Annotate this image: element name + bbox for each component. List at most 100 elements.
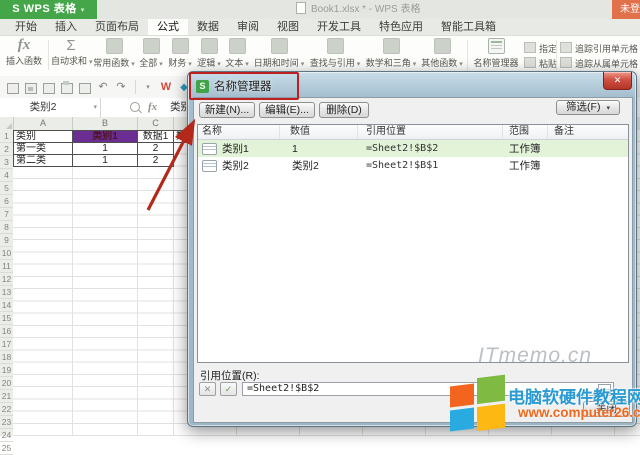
watermark-site-url: www.computer26.com	[518, 405, 640, 420]
paste-names-button[interactable]: 粘贴	[524, 57, 557, 70]
ribbon-tab[interactable]: 特色应用	[370, 19, 432, 35]
ribbon-separator	[556, 40, 557, 70]
row-header[interactable]: 14	[0, 299, 13, 312]
list-column-header[interactable]: 范围	[503, 125, 548, 139]
ribbon-tab[interactable]: 智能工具箱	[432, 19, 505, 35]
ribbon-tab[interactable]: 开发工具	[308, 19, 370, 35]
row-header[interactable]: 1	[0, 130, 13, 143]
export-icon[interactable]	[41, 80, 57, 95]
customize-toolbar-icon[interactable]: ▾	[140, 80, 156, 95]
row-header[interactable]: 23	[0, 416, 13, 429]
name-box[interactable]: 类别2 ▾	[0, 98, 101, 117]
row-header[interactable]: 10	[0, 247, 13, 260]
row-header[interactable]: 20	[0, 377, 13, 390]
autosum-button[interactable]: Σ 自动求和	[51, 38, 91, 67]
more-functions-button[interactable]: 其他函数	[419, 38, 465, 69]
name-list-row[interactable]: 类别2 类别2 =Sheet2!$B$1 工作簿	[198, 157, 628, 174]
scope-cell: 工作簿	[503, 158, 548, 173]
delete-name-button[interactable]: 删除(D)	[319, 102, 369, 118]
trace-dependents-icon	[560, 57, 572, 68]
lookup-reference-button[interactable]: 查找与引用	[307, 38, 363, 69]
logical-button[interactable]: 逻辑	[195, 38, 223, 69]
watermark-itmemo: ITmemo.cn	[478, 344, 592, 368]
ribbon-tab[interactable]: 开始	[6, 19, 46, 35]
row-header[interactable]: 18	[0, 351, 13, 364]
text-button[interactable]: 文本	[223, 38, 251, 69]
save-icon[interactable]	[23, 80, 39, 95]
row-header[interactable]: 2	[0, 143, 13, 156]
row-header[interactable]: 11	[0, 260, 13, 273]
toolbar-separator	[135, 80, 136, 94]
list-column-header[interactable]: 名称	[198, 125, 280, 139]
paste-names-icon	[524, 57, 536, 68]
undo-icon[interactable]: ↶	[95, 80, 111, 95]
ribbon-tab[interactable]: 页面布局	[86, 19, 148, 35]
row-header[interactable]: 22	[0, 403, 13, 416]
select-all-corner[interactable]	[0, 117, 14, 130]
row-header[interactable]: 8	[0, 221, 13, 234]
row-header[interactable]: 25	[0, 442, 13, 455]
trace-dependents-button[interactable]: 追踪从属单元格	[560, 57, 638, 70]
ribbon-tab[interactable]: 插入	[46, 19, 86, 35]
cell-b3[interactable]: 1	[72, 154, 138, 167]
wps-s-glyph: S	[12, 3, 20, 15]
cancel-refers-icon[interactable]: ✕	[199, 382, 216, 396]
ribbon-tab[interactable]: 视图	[268, 19, 308, 35]
common-functions-button[interactable]: 常用函数	[93, 38, 135, 69]
ribbon-tab[interactable]: 数据	[188, 19, 228, 35]
row-header[interactable]: 6	[0, 195, 13, 208]
insert-function-button[interactable]: fx 插入函数	[2, 38, 46, 67]
name-box-dropdown-icon[interactable]: ▾	[93, 98, 97, 117]
row-header[interactable]: 5	[0, 182, 13, 195]
confirm-refers-icon[interactable]: ✓	[220, 382, 237, 396]
financial-button[interactable]: 财务	[166, 38, 194, 69]
name-manager-button[interactable]: 名称管理器	[470, 38, 522, 69]
list-column-header[interactable]: 数值	[280, 125, 358, 139]
logo-dropdown-icon: ▾	[81, 7, 85, 14]
search-icon[interactable]	[130, 102, 140, 112]
column-header[interactable]: A	[14, 117, 73, 130]
print-icon[interactable]	[59, 80, 75, 95]
edit-name-button[interactable]: 编辑(E)...	[259, 102, 315, 118]
ribbon-tab[interactable]: 审阅	[228, 19, 268, 35]
row-header[interactable]: 9	[0, 234, 13, 247]
ribbon-tab-bar: 开始插入页面布局公式数据审阅视图开发工具特色应用智能工具箱	[0, 19, 640, 36]
cell-a3[interactable]: 第二类	[13, 154, 73, 167]
row-header[interactable]: 13	[0, 286, 13, 299]
financial-icon	[172, 38, 189, 54]
trace-precedents-button[interactable]: 追踪引用单元格	[560, 42, 638, 55]
list-column-header[interactable]: 备注	[548, 125, 628, 139]
print-preview-icon[interactable]	[77, 80, 93, 95]
row-header[interactable]: 15	[0, 312, 13, 325]
date-time-button[interactable]: 日期和时间	[251, 38, 307, 69]
redo-icon[interactable]: ↷	[113, 80, 129, 95]
list-column-header[interactable]: 引用位置	[358, 125, 503, 139]
ribbon-tab[interactable]: 公式	[148, 19, 188, 35]
name-list-row[interactable]: 类别1 1 =Sheet2!$B$2 工作簿	[198, 140, 628, 157]
row-header[interactable]: 4	[0, 169, 13, 182]
row-header[interactable]: 7	[0, 208, 13, 221]
row-header[interactable]: 19	[0, 364, 13, 377]
wps-logo[interactable]: S WPS 表格▾	[0, 0, 97, 19]
date-time-icon	[271, 38, 288, 54]
dialog-close-icon[interactable]: ✕	[603, 72, 632, 90]
dialog-body: 新建(N)... 编辑(E)... 删除(D) 筛选(F)▾ 名称数值引用位置范…	[193, 97, 633, 423]
filter-button[interactable]: 筛选(F)▾	[556, 100, 620, 115]
open-icon[interactable]	[5, 80, 21, 95]
ribbon-separator	[467, 40, 468, 70]
scope-cell: 工作簿	[503, 141, 548, 156]
trace-precedents-icon	[560, 42, 572, 53]
row-header[interactable]: 12	[0, 273, 13, 286]
row-header[interactable]: 17	[0, 338, 13, 351]
row-header[interactable]: 16	[0, 325, 13, 338]
math-trig-button[interactable]: 数学和三角	[363, 38, 419, 69]
sigma-icon: Σ	[64, 38, 79, 52]
column-header[interactable]: B	[73, 117, 138, 130]
wps-writer-icon[interactable]: W	[158, 80, 174, 95]
login-button[interactable]: 未登录	[612, 0, 640, 19]
create-from-selection-button[interactable]: 指定	[524, 42, 557, 55]
all-functions-button[interactable]: 全部	[137, 38, 165, 69]
row-header[interactable]: 21	[0, 390, 13, 403]
refers-to-label: 引用位置(R):	[200, 368, 260, 383]
row-header[interactable]: 3	[0, 156, 13, 169]
